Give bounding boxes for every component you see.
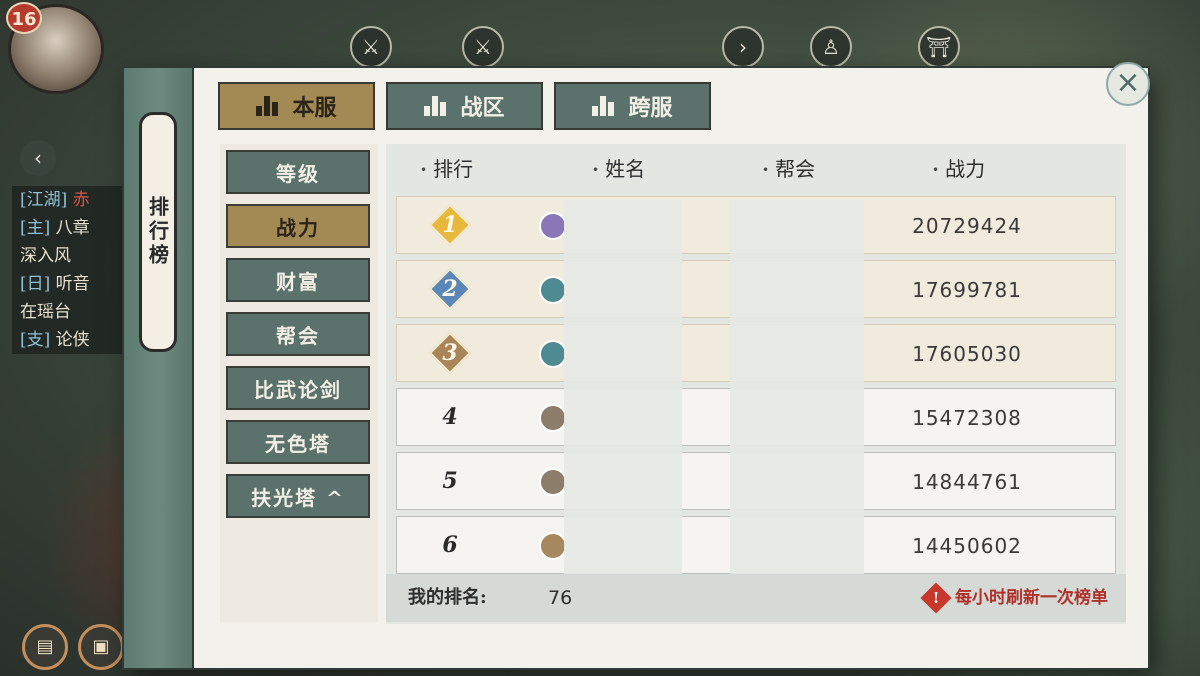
- category-list: 等级 战力 财富 帮会 比武论剑 无色塔 扶光塔 ^: [220, 144, 378, 622]
- power-value: 17605030: [912, 342, 1022, 366]
- power-value: 20729424: [912, 214, 1022, 238]
- crossed-swords-icon[interactable]: ⚔: [462, 26, 504, 68]
- category-wuse-tower[interactable]: 无色塔: [226, 420, 370, 464]
- table-footer: 我的排名: 76 ! 每小时刷新一次榜单: [386, 574, 1126, 622]
- rank-number: 1: [442, 212, 458, 238]
- guild-emblem-icon: [539, 276, 567, 304]
- category-guild[interactable]: 帮会: [226, 312, 370, 356]
- guild-emblem-icon: [539, 404, 567, 432]
- ranking-bars-icon: [592, 96, 615, 116]
- rank-number: 3: [442, 340, 458, 366]
- quest-line: [支] 论侠: [20, 330, 90, 350]
- quest-line: 深入风: [20, 246, 71, 266]
- quest-line: [日] 听音: [20, 274, 90, 294]
- header-rank: 排行: [420, 153, 473, 182]
- rank-number: 5: [442, 468, 458, 494]
- category-wealth[interactable]: 财富: [226, 258, 370, 302]
- quest-line: [江湖] 赤: [20, 190, 90, 210]
- power-value: 14450602: [912, 534, 1022, 558]
- ranking-bars-icon: [424, 96, 447, 116]
- rank-number: 6: [442, 532, 458, 558]
- refresh-note-text: 每小时刷新一次榜单: [955, 588, 1108, 608]
- my-rank-label: 我的排名:: [408, 587, 487, 608]
- category-level[interactable]: 等级: [226, 150, 370, 194]
- ranking-table: 排行 姓名 帮会 战力 1 20729424 2 17699781 3 1760…: [386, 144, 1126, 624]
- bag-icon[interactable]: ▤: [22, 624, 68, 670]
- ranking-bars-icon: [256, 96, 279, 116]
- gate-icon[interactable]: ⛩: [918, 26, 960, 68]
- header-power: 战力: [932, 153, 985, 182]
- warning-icon: !: [920, 582, 952, 614]
- close-icon[interactable]: ×: [1106, 62, 1150, 106]
- power-value: 15472308: [912, 406, 1022, 430]
- table-header: 排行 姓名 帮会 战力: [386, 144, 1126, 190]
- header-name: 姓名: [592, 153, 645, 182]
- quest-line: 在瑶台: [20, 302, 71, 322]
- my-rank-value: 76: [548, 587, 573, 609]
- tab-war-zone[interactable]: 战区: [386, 82, 543, 130]
- panel-side-strip: 排行榜: [124, 68, 194, 668]
- tab-local-server[interactable]: 本服: [218, 82, 375, 130]
- power-value: 17699781: [912, 278, 1022, 302]
- category-fuguang-tower[interactable]: 扶光塔 ^: [226, 474, 370, 518]
- rank-number: 4: [442, 404, 458, 430]
- guild-emblem-icon: [539, 212, 567, 240]
- redacted-names: [564, 200, 682, 592]
- crossed-swords-icon[interactable]: ⚔: [350, 26, 392, 68]
- refresh-note: ! 每小时刷新一次榜单: [920, 574, 1108, 622]
- guild-emblem-icon: [539, 468, 567, 496]
- player-level-badge: 16: [6, 2, 42, 34]
- power-value: 14844761: [912, 470, 1022, 494]
- tab-label: 战区: [460, 95, 505, 121]
- redacted-guilds: [730, 200, 864, 592]
- rank-number: 2: [442, 276, 458, 302]
- quest-line: [主] 八章: [20, 218, 90, 238]
- tab-label: 跨服: [628, 95, 673, 121]
- chest-icon[interactable]: ▣: [78, 624, 124, 670]
- category-power[interactable]: 战力: [226, 204, 370, 248]
- category-duel[interactable]: 比武论剑: [226, 366, 370, 410]
- quest-tracker[interactable]: [江湖] 赤 [主] 八章 深入风 [日] 听音 在瑶台 [支] 论侠: [12, 186, 136, 354]
- panel-title: 排行榜: [145, 196, 170, 268]
- guild-emblem-icon: [539, 340, 567, 368]
- tab-cross-server[interactable]: 跨服: [554, 82, 711, 130]
- panel-title-scroll: 排行榜: [139, 112, 177, 352]
- guild-emblem-icon: [539, 532, 567, 560]
- arrow-right-icon[interactable]: ›: [722, 26, 764, 68]
- figure-icon[interactable]: ♙: [810, 26, 852, 68]
- leaderboard-panel: 排行榜 × 本服 战区 跨服 等级 战力 财富 帮会 比武论剑 无色塔 扶光塔 …: [124, 62, 1150, 668]
- tab-label: 本服: [292, 95, 337, 121]
- header-guild: 帮会: [762, 153, 815, 182]
- back-arrow-icon[interactable]: ‹: [20, 140, 56, 176]
